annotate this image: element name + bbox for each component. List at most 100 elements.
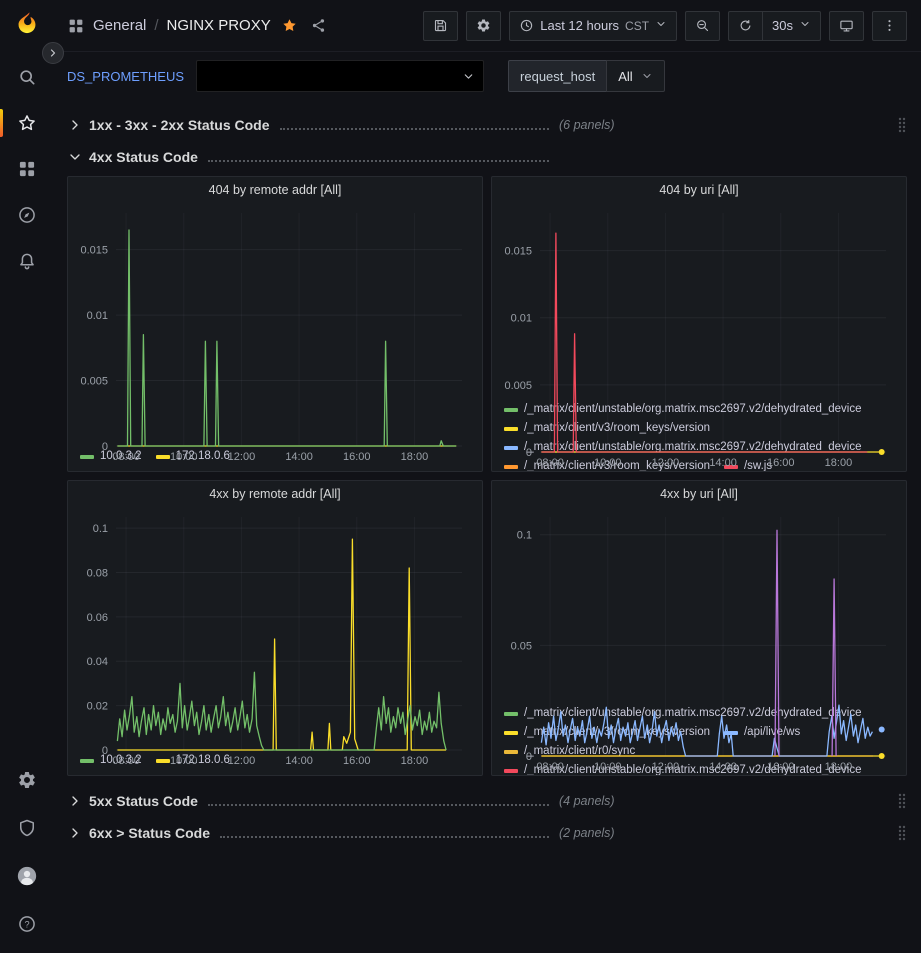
row-drag-handle[interactable] xyxy=(897,825,907,841)
more-options-button[interactable] xyxy=(872,11,907,41)
grafana-app: ? General / NGINX PROXY xyxy=(0,0,921,953)
svg-text:14:00: 14:00 xyxy=(709,761,737,773)
gear-icon xyxy=(17,770,37,790)
star-filled-icon xyxy=(281,17,298,34)
sidebar-item-search[interactable] xyxy=(0,60,53,94)
chart-svg: 08:0010:0012:0014:0016:0018:0000.020.040… xyxy=(72,509,474,767)
row-panel-count: (4 panels) xyxy=(559,794,615,808)
request-host-selected: All xyxy=(618,69,632,84)
dashboard-settings-button[interactable] xyxy=(466,11,501,41)
svg-text:14:00: 14:00 xyxy=(285,451,313,463)
request-host-variable-label[interactable]: request_host xyxy=(508,60,606,92)
sidebar-item-help[interactable]: ? xyxy=(0,907,53,941)
sidebar-item-dashboards[interactable] xyxy=(0,152,53,186)
svg-text:08:00: 08:00 xyxy=(536,457,564,469)
svg-text:0.005: 0.005 xyxy=(80,376,108,388)
time-range-label: Last 12 hours xyxy=(540,18,619,33)
sidebar-top-nav xyxy=(0,60,53,278)
datasource-select[interactable] xyxy=(196,60,484,92)
datasource-variable-label[interactable]: DS_PROMETHEUS xyxy=(67,69,184,84)
sidebar-item-profile[interactable] xyxy=(0,859,53,893)
svg-text:0: 0 xyxy=(526,751,532,763)
compass-icon xyxy=(17,205,37,225)
svg-text:12:00: 12:00 xyxy=(652,761,680,773)
sidebar-item-explore[interactable] xyxy=(0,198,53,232)
svg-text:16:00: 16:00 xyxy=(767,457,795,469)
time-series-chart[interactable]: 08:0010:0012:0014:0016:0018:0000.0050.01… xyxy=(496,205,898,399)
chart-svg: 08:0010:0012:0014:0016:0018:0000.0050.01… xyxy=(72,205,474,463)
row-title[interactable]: 4xx Status Code xyxy=(89,149,198,165)
share-button[interactable] xyxy=(308,15,329,36)
request-host-variable-value[interactable]: All xyxy=(606,60,664,92)
panel-title[interactable]: 404 by remote addr [All] xyxy=(68,177,482,203)
row-title[interactable]: 1xx - 3xx - 2xx Status Code xyxy=(89,117,270,133)
dashboard-row-6xx: 6xx > Status Code (2 panels) xyxy=(67,818,907,848)
row-panel-count: (6 panels) xyxy=(559,118,615,132)
svg-text:08:00: 08:00 xyxy=(536,761,564,773)
panel-title[interactable]: 4xx by remote addr [All] xyxy=(68,481,482,507)
panel-title[interactable]: 404 by uri [All] xyxy=(492,177,906,203)
row-panel-count: (2 panels) xyxy=(559,826,615,840)
refresh-icon xyxy=(738,18,753,33)
time-series-chart[interactable]: 08:0010:0012:0014:0016:0018:0000.020.040… xyxy=(72,509,474,750)
chevron-right-icon[interactable] xyxy=(67,793,83,809)
dashboards-grid-icon xyxy=(17,159,37,179)
chevron-right-icon[interactable] xyxy=(67,825,83,841)
sidebar-item-configuration[interactable] xyxy=(0,763,53,797)
sidebar-item-starred[interactable] xyxy=(0,106,53,140)
dashboard-row-1xx-3xx-2xx: 1xx - 3xx - 2xx Status Code (6 panels) xyxy=(67,110,907,140)
breadcrumb-folder[interactable]: General xyxy=(93,17,146,34)
breadcrumb-dashboard-title[interactable]: NGINX PROXY xyxy=(167,17,271,34)
chevron-down-icon xyxy=(462,70,475,83)
time-range-picker[interactable]: Last 12 hours CST xyxy=(509,11,677,41)
refresh-button[interactable] xyxy=(728,11,762,41)
sidebar-item-alerting[interactable] xyxy=(0,244,53,278)
time-series-chart[interactable]: 08:0010:0012:0014:0016:0018:0000.050.1 xyxy=(496,509,898,703)
cycle-view-mode-button[interactable] xyxy=(829,11,864,41)
svg-text:0.015: 0.015 xyxy=(80,245,108,257)
row-dots-filler xyxy=(220,836,549,838)
chevron-down-icon xyxy=(799,18,811,33)
row-title[interactable]: 6xx > Status Code xyxy=(89,825,210,841)
save-icon xyxy=(433,18,448,33)
favorite-star-button[interactable] xyxy=(279,15,300,36)
row-drag-handle[interactable] xyxy=(897,793,907,809)
dashboard-row-4xx: 4xx Status Code xyxy=(67,142,907,172)
svg-text:0.06: 0.06 xyxy=(87,612,108,624)
time-zone-label: CST xyxy=(625,19,649,33)
chevron-right-icon[interactable] xyxy=(67,117,83,133)
svg-text:14:00: 14:00 xyxy=(709,457,737,469)
grafana-logo[interactable] xyxy=(14,10,40,36)
chevron-down-icon[interactable] xyxy=(67,149,83,165)
panel-grid: 404 by remote addr [All] 08:0010:0012:00… xyxy=(67,176,907,776)
breadcrumb-separator: / xyxy=(154,17,158,34)
panel-title-text: 404 by uri [All] xyxy=(659,183,738,197)
refresh-control: 30s xyxy=(728,11,821,41)
panel-title-text: 4xx by remote addr [All] xyxy=(209,487,340,501)
sidebar-expand-button[interactable] xyxy=(42,42,64,64)
time-series-chart[interactable]: 08:0010:0012:0014:0016:0018:0000.0050.01… xyxy=(72,205,474,446)
save-dashboard-button[interactable] xyxy=(423,11,458,41)
svg-text:18:00: 18:00 xyxy=(825,761,853,773)
svg-text:0.015: 0.015 xyxy=(504,246,532,258)
chevron-down-icon xyxy=(641,70,653,82)
svg-text:10:00: 10:00 xyxy=(594,457,622,469)
svg-text:16:00: 16:00 xyxy=(343,755,371,767)
dashboard-row-5xx: 5xx Status Code (4 panels) xyxy=(67,786,907,816)
request-host-variable: request_host All xyxy=(508,60,665,92)
zoom-out-button[interactable] xyxy=(685,11,720,41)
apps-grid-icon xyxy=(67,17,85,35)
svg-text:18:00: 18:00 xyxy=(401,755,429,767)
row-title[interactable]: 5xx Status Code xyxy=(89,793,198,809)
panel-4xx-by-remote-addr: 4xx by remote addr [All] 08:0010:0012:00… xyxy=(67,480,483,776)
svg-text:12:00: 12:00 xyxy=(228,755,256,767)
panel-404-by-remote-addr: 404 by remote addr [All] 08:0010:0012:00… xyxy=(67,176,483,472)
row-drag-handle[interactable] xyxy=(897,117,907,133)
navbar-actions: Last 12 hours CST 30s xyxy=(423,11,907,41)
refresh-interval-picker[interactable]: 30s xyxy=(762,11,821,41)
chevron-down-icon xyxy=(655,18,667,33)
sidebar-item-server-admin[interactable] xyxy=(0,811,53,845)
panel-title[interactable]: 4xx by uri [All] xyxy=(492,481,906,507)
svg-text:0: 0 xyxy=(102,441,108,453)
sidebar-bottom-nav: ? xyxy=(0,763,53,941)
